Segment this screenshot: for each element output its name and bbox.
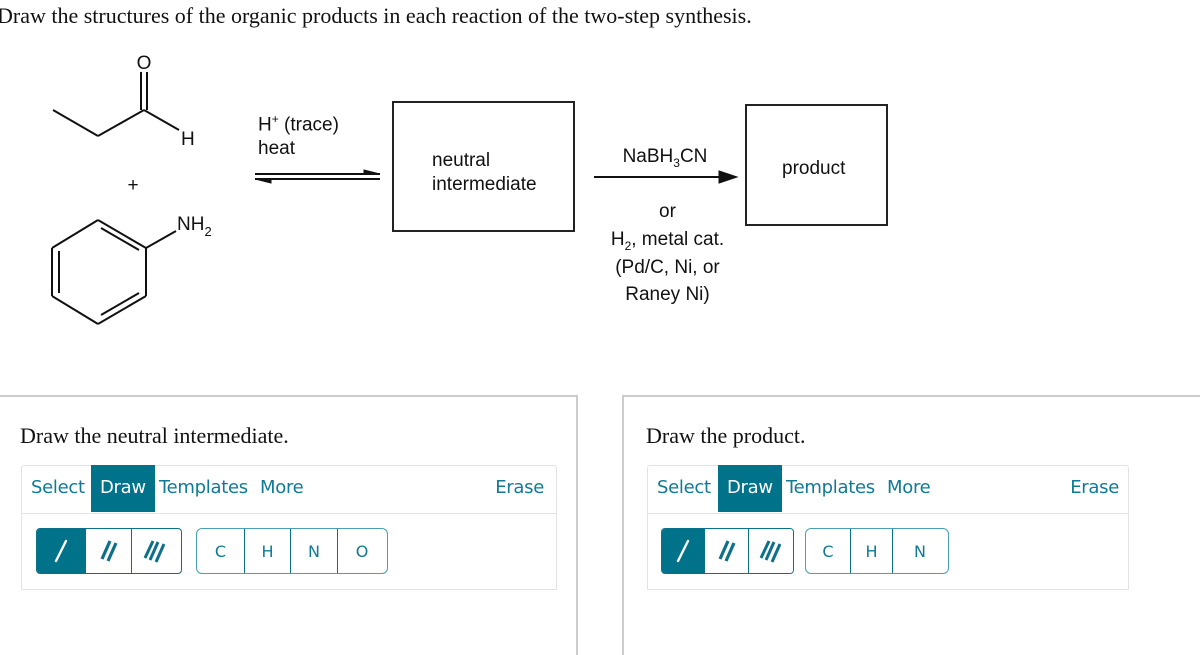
triple-bond-button[interactable]	[748, 529, 793, 573]
aniline-structure	[51, 219, 177, 325]
double-bond-icon	[718, 540, 735, 562]
double-bond-button[interactable]	[705, 529, 749, 573]
drawing-toolbar: Select Draw Templates More Erase	[21, 465, 557, 513]
single-bond-icon	[676, 539, 690, 563]
erase-button[interactable]: Erase	[495, 465, 544, 512]
erase-button[interactable]: Erase	[1070, 465, 1119, 512]
tool-row: C H N	[647, 513, 1129, 590]
bond	[100, 227, 140, 251]
question-prompt: Draw the structures of the organic produ…	[0, 3, 752, 28]
atom-O: O	[137, 53, 152, 74]
triple-bond-icon	[143, 540, 166, 563]
bond	[97, 295, 147, 325]
bond	[97, 109, 145, 137]
bond-tools	[661, 528, 794, 574]
atom-NH2: NH2	[177, 214, 212, 239]
tab-draw[interactable]: Draw	[91, 465, 155, 512]
intermediate-label-line2: intermediate	[432, 174, 537, 195]
bond-tools	[36, 528, 182, 574]
single-bond-button[interactable]	[37, 529, 86, 573]
atom-button-N[interactable]: N	[893, 529, 947, 573]
tab-more[interactable]: More	[887, 465, 931, 512]
atom-button-O[interactable]: O	[338, 529, 386, 573]
triple-bond-button[interactable]	[132, 529, 178, 573]
bond	[52, 109, 99, 137]
double-bond-icon	[100, 540, 117, 562]
single-bond-icon	[54, 539, 68, 563]
tab-templates[interactable]: Templates	[786, 465, 875, 512]
plus-sign: +	[127, 175, 138, 196]
atom-button-C[interactable]: C	[197, 529, 245, 573]
atom-button-H[interactable]: H	[851, 529, 893, 573]
tab-select[interactable]: Select	[31, 465, 85, 512]
double-bond-button[interactable]	[86, 529, 132, 573]
atom-button-C[interactable]: C	[806, 529, 851, 573]
tab-select[interactable]: Select	[657, 465, 711, 512]
intermediate-label-line1: neutral	[432, 150, 491, 171]
atom-H: H	[181, 129, 195, 150]
triple-bond-icon	[759, 540, 782, 563]
single-bond-button[interactable]	[662, 529, 706, 573]
propanal-structure	[52, 72, 180, 137]
panel-title: Draw the product.	[646, 423, 806, 448]
panel-title: Draw the neutral intermediate.	[20, 423, 289, 448]
atom-button-N[interactable]: N	[291, 529, 338, 573]
equilibrium-arrow	[254, 169, 381, 184]
product-placeholder-box: product	[745, 104, 888, 226]
bond	[145, 230, 177, 249]
bond	[51, 295, 99, 325]
tool-row: C H N O	[21, 513, 557, 590]
drawing-toolbar: Select Draw Templates More Erase	[647, 465, 1129, 513]
tab-templates[interactable]: Templates	[159, 465, 248, 512]
step2-alt-line2: (Pd/C, Ni, or	[615, 257, 720, 278]
intermediate-drawing-panel: Draw the neutral intermediate. Select Dr…	[0, 395, 578, 655]
atom-tools: C H N O	[196, 528, 388, 574]
atom-button-H[interactable]: H	[245, 529, 291, 573]
product-label: product	[782, 158, 846, 179]
intermediate-placeholder-box: neutral intermediate	[392, 101, 575, 232]
bond	[143, 109, 180, 131]
tab-draw[interactable]: Draw	[718, 465, 782, 512]
atom-tools: C H N	[805, 528, 949, 574]
tab-more[interactable]: More	[260, 465, 304, 512]
bond	[51, 219, 99, 249]
step2-or: or	[659, 201, 676, 222]
step1-condition: heat	[258, 138, 295, 159]
step2-alt-line3: Raney Ni)	[625, 284, 710, 305]
step1-reagent: H+ (trace)	[258, 112, 339, 136]
bond	[97, 219, 147, 249]
product-drawing-panel: Draw the product. Select Draw Templates …	[622, 395, 1200, 655]
step2-reagent: NaBH3CN	[622, 146, 708, 170]
